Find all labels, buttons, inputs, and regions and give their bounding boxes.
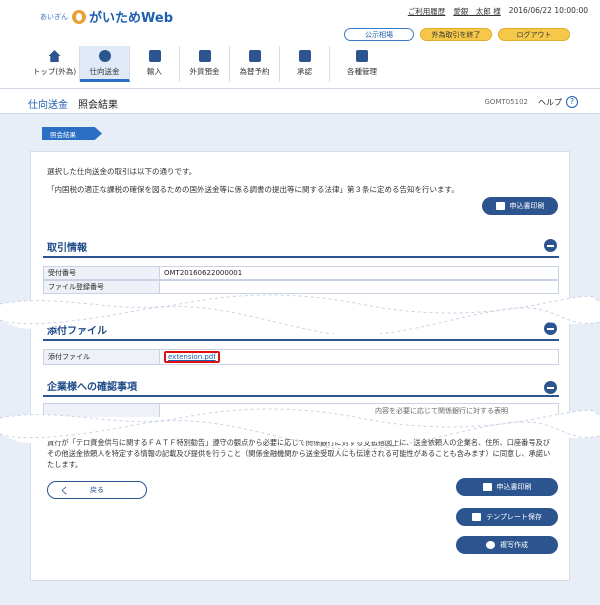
section-title-transaction: 取引情報 bbox=[47, 243, 87, 254]
home-icon bbox=[48, 50, 61, 62]
save-icon bbox=[472, 513, 482, 521]
result-card: 選択した仕向送金の取引は以下の通りです。 「内国税の適正な課税の確保を図るための… bbox=[30, 151, 570, 581]
collapse-icon[interactable] bbox=[544, 381, 557, 394]
remittance-icon bbox=[98, 50, 111, 62]
management-icon bbox=[356, 50, 368, 62]
back-button[interactable]: く 戻る bbox=[47, 481, 147, 499]
help-icon[interactable]: ? bbox=[566, 96, 578, 108]
table-row: 受付番号 OMT20160622000001 bbox=[43, 266, 559, 280]
nav-item-management[interactable]: 各種管理 bbox=[330, 46, 394, 82]
help-link[interactable]: ヘルプ bbox=[538, 97, 562, 108]
login-datetime: 2016/06/22 10:00:00 bbox=[508, 6, 588, 15]
nav-item-label: トップ(外為) bbox=[32, 67, 77, 76]
content-break-top bbox=[0, 294, 600, 334]
page-headline: 仕向送金 照会結果 GOMT05102 ヘルプ ? bbox=[0, 88, 600, 114]
row-label: 受付番号 bbox=[44, 267, 160, 279]
logo-mark-icon bbox=[72, 9, 86, 24]
deposit-icon bbox=[198, 50, 211, 62]
row-value: OMT20160622000001 bbox=[164, 269, 243, 277]
printer-icon bbox=[482, 483, 492, 491]
button-label: 戻る bbox=[90, 486, 104, 494]
page-title: 照会結果 bbox=[78, 100, 118, 111]
logo-service-name: がいためWeb bbox=[89, 11, 173, 26]
global-nav: トップ(外為) 仕向送金 輸入 外貨預金 為替予約 承認 各種管理 bbox=[30, 46, 394, 82]
printer-icon bbox=[495, 202, 505, 210]
user-name-link[interactable]: 愛銀 太郎 様 bbox=[453, 6, 500, 17]
logo-bank-name: あいぎん bbox=[40, 12, 68, 21]
nav-item-deposit[interactable]: 外貨預金 bbox=[180, 46, 230, 82]
chevron-left-icon: く bbox=[60, 486, 70, 497]
nav-item-top[interactable]: トップ(外為) bbox=[30, 46, 80, 82]
print-application-button-bottom[interactable]: 申込書印刷 bbox=[456, 478, 558, 496]
button-label: 申込書印刷 bbox=[509, 202, 545, 210]
nav-item-approval[interactable]: 承認 bbox=[280, 46, 330, 82]
breadcrumb-section: 仕向送金 bbox=[28, 100, 68, 111]
nav-item-label: 輸入 bbox=[147, 67, 162, 76]
nav-item-import[interactable]: 輸入 bbox=[130, 46, 180, 82]
row-label: 添付ファイル bbox=[44, 350, 160, 364]
nav-item-label: 各種管理 bbox=[347, 67, 377, 76]
section-divider bbox=[43, 339, 559, 341]
end-forex-button[interactable]: 外為取引を終了 bbox=[420, 28, 492, 41]
nav-item-label: 為替予約 bbox=[239, 67, 270, 76]
content-break-bottom bbox=[0, 408, 600, 450]
collapse-icon[interactable] bbox=[544, 239, 557, 252]
nav-item-label: 承認 bbox=[297, 67, 312, 76]
rates-button[interactable]: 公示相場 bbox=[344, 28, 414, 41]
utility-bar: ご利用履歴 愛銀 太郎 様 2016/06/22 10:00:00 bbox=[408, 6, 588, 17]
edit-icon bbox=[486, 541, 495, 549]
row-value: extension.pdf bbox=[160, 350, 558, 364]
section-title-confirmation: 企業様への確認事項 bbox=[47, 382, 137, 393]
nav-item-label: 外貨預金 bbox=[189, 67, 220, 76]
bank-logo[interactable]: あいぎん がいためWeb bbox=[40, 7, 173, 26]
nav-item-remittance[interactable]: 仕向送金 bbox=[80, 46, 130, 82]
section-divider bbox=[43, 395, 559, 397]
copy-create-button[interactable]: 複写作成 bbox=[456, 536, 558, 554]
template-save-button[interactable]: テンプレート保存 bbox=[456, 508, 558, 526]
table-row: 添付ファイル extension.pdf bbox=[43, 349, 559, 365]
header-buttons: 公示相場 外為取引を終了 ログアウト bbox=[344, 28, 570, 41]
button-label: 複写作成 bbox=[500, 541, 528, 549]
print-application-button[interactable]: 申込書印刷 bbox=[482, 197, 558, 215]
logout-button[interactable]: ログアウト bbox=[498, 28, 570, 41]
section-divider bbox=[43, 256, 559, 258]
notice-text: 「内国税の適正な課税の確保を図るための国外送金等に係る調書の提出等に関する法律」… bbox=[47, 185, 459, 194]
step-indicator: 照会結果 bbox=[42, 127, 102, 140]
header: あいぎん がいためWeb ご利用履歴 愛銀 太郎 様 2016/06/22 10… bbox=[0, 0, 600, 88]
nav-item-forward-contract[interactable]: 為替予約 bbox=[230, 46, 280, 82]
button-label: テンプレート保存 bbox=[486, 513, 542, 521]
attachment-file-link[interactable]: extension.pdf bbox=[164, 351, 220, 363]
forward-contract-icon bbox=[248, 50, 261, 62]
import-icon bbox=[148, 50, 161, 62]
approval-icon bbox=[298, 50, 311, 62]
nav-item-label: 仕向送金 bbox=[89, 67, 120, 76]
history-link[interactable]: ご利用履歴 bbox=[408, 6, 446, 17]
intro-text: 選択した仕向送金の取引は以下の通りです。 bbox=[47, 167, 197, 176]
button-label: 申込書印刷 bbox=[496, 483, 532, 491]
screen-id: GOMT05102 bbox=[484, 98, 528, 106]
